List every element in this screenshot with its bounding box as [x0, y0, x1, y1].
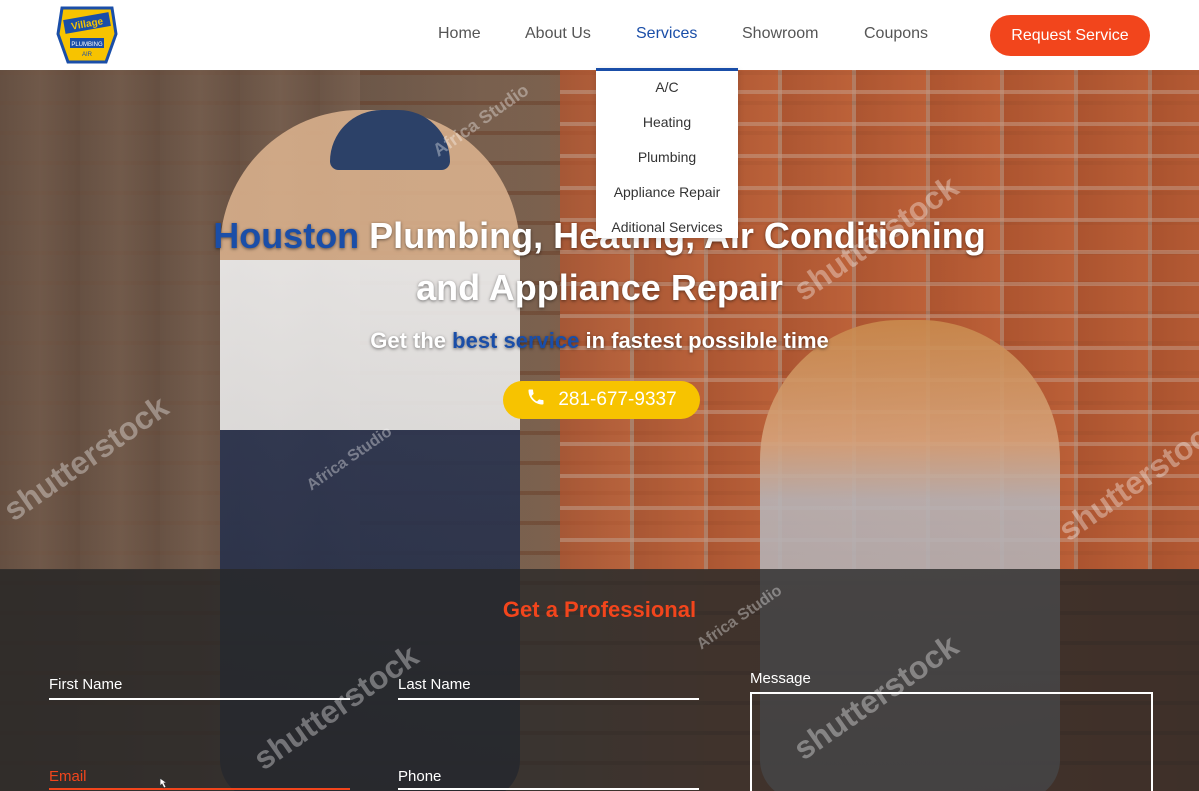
village-logo[interactable]: Village PLUMBING AIR: [56, 4, 118, 66]
mouse-cursor-icon: [156, 777, 170, 791]
request-service-button[interactable]: Request Service: [990, 15, 1150, 56]
nav-home[interactable]: Home: [438, 25, 481, 43]
email-underline: [49, 788, 350, 790]
svg-text:AIR: AIR: [82, 52, 93, 58]
first-name-underline: [49, 698, 350, 700]
watermark-shutterstock: shutterstock: [246, 637, 425, 777]
email-label: Email: [49, 768, 87, 785]
call-phone-button[interactable]: 281-677-9337: [503, 381, 700, 419]
services-dropdown-menu: A/C Heating Plumbing Appliance Repair Ad…: [596, 68, 738, 238]
headline-highlight: Houston: [213, 215, 360, 256]
hero-subheadline: Get the best service in fastest possible…: [0, 328, 1199, 354]
headline-line2: and Appliance Repair: [416, 267, 783, 308]
phone-field[interactable]: Phone: [398, 768, 699, 791]
phone-label: Phone: [398, 768, 442, 785]
phone-icon: [526, 387, 546, 413]
sub-before: Get the: [370, 328, 453, 353]
dropdown-item-heating[interactable]: Heating: [596, 114, 738, 130]
watermark-studio: Africa Studio: [429, 79, 533, 161]
last-name-label: Last Name: [398, 676, 471, 693]
dropdown-item-ac[interactable]: A/C: [596, 79, 738, 95]
form-title: Get a Professional: [502, 597, 697, 622]
phone-number: 281-677-9337: [558, 389, 677, 410]
contact-form-panel: Africa Studio shutterstock shutterstock …: [0, 569, 1199, 791]
svg-text:PLUMBING: PLUMBING: [71, 42, 103, 48]
nav-about-us[interactable]: About Us: [525, 25, 591, 43]
last-name-underline: [398, 698, 699, 700]
message-label: Message: [750, 670, 811, 687]
first-name-label: First Name: [49, 676, 123, 693]
sub-after: in fastest possible time: [579, 328, 829, 353]
nav-showroom[interactable]: Showroom: [742, 25, 818, 43]
first-name-field[interactable]: First Name: [49, 676, 350, 700]
site-header: Village PLUMBING AIR Home About Us Servi…: [0, 0, 1199, 70]
dropdown-item-appliance-repair[interactable]: Appliance Repair: [596, 184, 738, 200]
dropdown-item-aditional-services[interactable]: Aditional Services: [596, 219, 738, 235]
dropdown-item-plumbing[interactable]: Plumbing: [596, 149, 738, 165]
last-name-field[interactable]: Last Name: [398, 676, 699, 700]
nav-coupons[interactable]: Coupons: [864, 25, 928, 43]
phone-underline: [398, 788, 699, 790]
message-textarea[interactable]: [750, 692, 1153, 791]
sub-highlight: best service: [452, 328, 580, 353]
email-field[interactable]: Email: [49, 768, 350, 791]
nav-services[interactable]: Services: [636, 25, 697, 43]
